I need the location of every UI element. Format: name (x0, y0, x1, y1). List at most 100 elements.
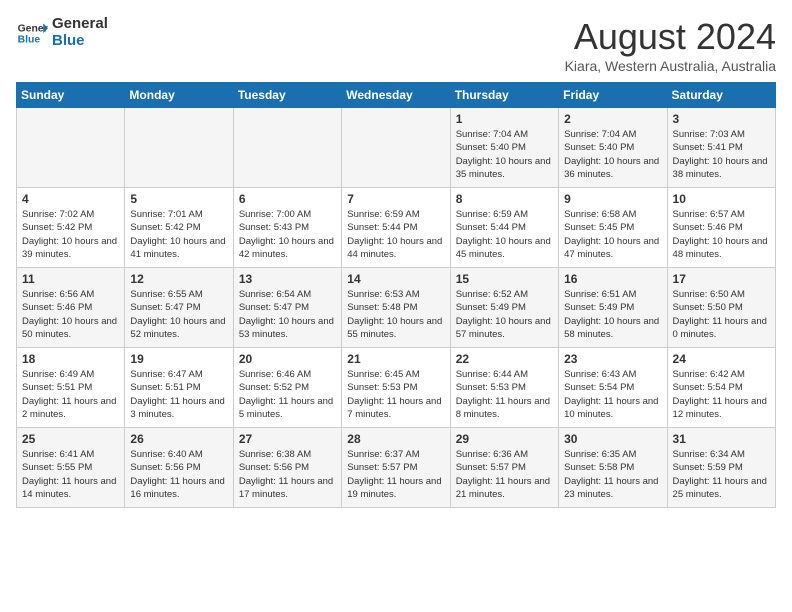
calendar-week-row: 11Sunrise: 6:56 AMSunset: 5:46 PMDayligh… (17, 268, 776, 348)
calendar-table: SundayMondayTuesdayWednesdayThursdayFrid… (16, 82, 776, 508)
day-number: 23 (564, 352, 661, 366)
day-number: 28 (347, 432, 444, 446)
day-header-saturday: Saturday (667, 83, 775, 108)
day-number: 30 (564, 432, 661, 446)
calendar-cell: 4 Sunrise: 7:02 AMSunset: 5:42 PMDaylight… (17, 188, 125, 268)
calendar-cell: 31Sunrise: 6:34 AMSunset: 5:59 PMDayligh… (667, 428, 775, 508)
day-number: 5 (130, 192, 227, 206)
calendar-cell: 2 Sunrise: 7:04 AMSunset: 5:40 PMDaylight… (559, 108, 667, 188)
day-number: 29 (456, 432, 553, 446)
calendar-cell: 28 Sunrise: 6:37 AMSunset: 5:57 PMDayligh… (342, 428, 450, 508)
calendar-cell: 26 Sunrise: 6:40 AMSunset: 5:56 PMDayligh… (125, 428, 233, 508)
logo-line1: General (52, 16, 108, 33)
calendar-cell: 9 Sunrise: 6:58 AMSunset: 5:45 PMDaylight… (559, 188, 667, 268)
day-info: Sunrise: 6:50 AMSunset: 5:50 PMDaylight:… (673, 288, 770, 341)
calendar-cell (342, 108, 450, 188)
logo: General Blue General Blue (16, 16, 108, 49)
calendar-cell: 13 Sunrise: 6:54 AMSunset: 5:47 PMDayligh… (233, 268, 341, 348)
day-header-monday: Monday (125, 83, 233, 108)
day-number: 13 (239, 272, 336, 286)
day-info: Sunrise: 7:04 AMSunset: 5:40 PMDaylight:… (564, 128, 661, 181)
page-header: General Blue General Blue August 2024 Ki… (16, 16, 776, 74)
day-info: Sunrise: 6:53 AMSunset: 5:48 PMDaylight:… (347, 288, 444, 341)
calendar-cell: 5 Sunrise: 7:01 AMSunset: 5:42 PMDaylight… (125, 188, 233, 268)
day-info: Sunrise: 6:56 AMSunset: 5:46 PMDaylight:… (22, 288, 119, 341)
calendar-cell: 19 Sunrise: 6:47 AMSunset: 5:51 PMDayligh… (125, 348, 233, 428)
calendar-cell: 3Sunrise: 7:03 AMSunset: 5:41 PMDaylight… (667, 108, 775, 188)
day-info: Sunrise: 7:04 AMSunset: 5:40 PMDaylight:… (456, 128, 553, 181)
day-number: 27 (239, 432, 336, 446)
day-number: 9 (564, 192, 661, 206)
calendar-cell: 25 Sunrise: 6:41 AMSunset: 5:55 PMDayligh… (17, 428, 125, 508)
calendar-cell: 24 Sunrise: 6:42 AMSunset: 5:54 PMDayligh… (667, 348, 775, 428)
day-info: Sunrise: 6:57 AMSunset: 5:46 PMDaylight:… (673, 208, 770, 261)
calendar-cell: 6Sunrise: 7:00 AMSunset: 5:43 PMDaylight… (233, 188, 341, 268)
day-info: Sunrise: 6:43 AMSunset: 5:54 PMDaylight:… (564, 368, 661, 421)
calendar-cell: 7 Sunrise: 6:59 AMSunset: 5:44 PMDaylight… (342, 188, 450, 268)
day-number: 4 (22, 192, 119, 206)
logo-line2: Blue (52, 33, 108, 50)
calendar-cell: 23 Sunrise: 6:43 AMSunset: 5:54 PMDayligh… (559, 348, 667, 428)
day-number: 31 (673, 432, 770, 446)
calendar-week-row: 18 Sunrise: 6:49 AMSunset: 5:51 PMDayligh… (17, 348, 776, 428)
day-number: 12 (130, 272, 227, 286)
calendar-week-row: 1Sunrise: 7:04 AMSunset: 5:40 PMDaylight… (17, 108, 776, 188)
day-info: Sunrise: 6:52 AMSunset: 5:49 PMDaylight:… (456, 288, 553, 341)
calendar-cell: 8 Sunrise: 6:59 AMSunset: 5:44 PMDaylight… (450, 188, 558, 268)
day-number: 26 (130, 432, 227, 446)
calendar-week-row: 4 Sunrise: 7:02 AMSunset: 5:42 PMDaylight… (17, 188, 776, 268)
calendar-cell: 12 Sunrise: 6:55 AMSunset: 5:47 PMDayligh… (125, 268, 233, 348)
calendar-cell: 11Sunrise: 6:56 AMSunset: 5:46 PMDayligh… (17, 268, 125, 348)
day-info: Sunrise: 6:47 AMSunset: 5:51 PMDaylight:… (130, 368, 227, 421)
day-info: Sunrise: 6:54 AMSunset: 5:47 PMDaylight:… (239, 288, 336, 341)
calendar-cell: 14Sunrise: 6:53 AMSunset: 5:48 PMDayligh… (342, 268, 450, 348)
calendar-cell: 15 Sunrise: 6:52 AMSunset: 5:49 PMDayligh… (450, 268, 558, 348)
day-header-thursday: Thursday (450, 83, 558, 108)
calendar-cell (233, 108, 341, 188)
day-header-sunday: Sunday (17, 83, 125, 108)
day-info: Sunrise: 6:55 AMSunset: 5:47 PMDaylight:… (130, 288, 227, 341)
day-info: Sunrise: 6:44 AMSunset: 5:53 PMDaylight:… (456, 368, 553, 421)
day-info: Sunrise: 7:00 AMSunset: 5:43 PMDaylight:… (239, 208, 336, 261)
calendar-cell (125, 108, 233, 188)
day-info: Sunrise: 6:49 AMSunset: 5:51 PMDaylight:… (22, 368, 119, 421)
calendar-header-row: SundayMondayTuesdayWednesdayThursdayFrid… (17, 83, 776, 108)
day-number: 17 (673, 272, 770, 286)
title-block: August 2024 Kiara, Western Australia, Au… (565, 16, 776, 74)
day-info: Sunrise: 6:36 AMSunset: 5:57 PMDaylight:… (456, 448, 553, 501)
day-number: 7 (347, 192, 444, 206)
day-info: Sunrise: 6:35 AMSunset: 5:58 PMDaylight:… (564, 448, 661, 501)
calendar-cell (17, 108, 125, 188)
calendar-cell: 29 Sunrise: 6:36 AMSunset: 5:57 PMDayligh… (450, 428, 558, 508)
calendar-cell: 1Sunrise: 7:04 AMSunset: 5:40 PMDaylight… (450, 108, 558, 188)
day-info: Sunrise: 6:58 AMSunset: 5:45 PMDaylight:… (564, 208, 661, 261)
day-number: 15 (456, 272, 553, 286)
month-title: August 2024 (565, 16, 776, 58)
calendar-cell: 20Sunrise: 6:46 AMSunset: 5:52 PMDayligh… (233, 348, 341, 428)
day-info: Sunrise: 6:59 AMSunset: 5:44 PMDaylight:… (456, 208, 553, 261)
day-number: 20 (239, 352, 336, 366)
day-number: 24 (673, 352, 770, 366)
day-info: Sunrise: 6:38 AMSunset: 5:56 PMDaylight:… (239, 448, 336, 501)
location: Kiara, Western Australia, Australia (565, 58, 776, 74)
day-number: 19 (130, 352, 227, 366)
day-info: Sunrise: 6:59 AMSunset: 5:44 PMDaylight:… (347, 208, 444, 261)
day-number: 22 (456, 352, 553, 366)
day-info: Sunrise: 7:02 AMSunset: 5:42 PMDaylight:… (22, 208, 119, 261)
day-info: Sunrise: 6:41 AMSunset: 5:55 PMDaylight:… (22, 448, 119, 501)
day-info: Sunrise: 6:37 AMSunset: 5:57 PMDaylight:… (347, 448, 444, 501)
calendar-cell: 30 Sunrise: 6:35 AMSunset: 5:58 PMDayligh… (559, 428, 667, 508)
day-number: 18 (22, 352, 119, 366)
day-info: Sunrise: 7:01 AMSunset: 5:42 PMDaylight:… (130, 208, 227, 261)
day-info: Sunrise: 6:40 AMSunset: 5:56 PMDaylight:… (130, 448, 227, 501)
day-number: 10 (673, 192, 770, 206)
calendar-cell: 22 Sunrise: 6:44 AMSunset: 5:53 PMDayligh… (450, 348, 558, 428)
day-number: 8 (456, 192, 553, 206)
day-info: Sunrise: 6:42 AMSunset: 5:54 PMDaylight:… (673, 368, 770, 421)
day-number: 25 (22, 432, 119, 446)
svg-text:Blue: Blue (18, 34, 41, 45)
day-number: 2 (564, 112, 661, 126)
day-number: 21 (347, 352, 444, 366)
calendar-week-row: 25 Sunrise: 6:41 AMSunset: 5:55 PMDayligh… (17, 428, 776, 508)
day-header-tuesday: Tuesday (233, 83, 341, 108)
